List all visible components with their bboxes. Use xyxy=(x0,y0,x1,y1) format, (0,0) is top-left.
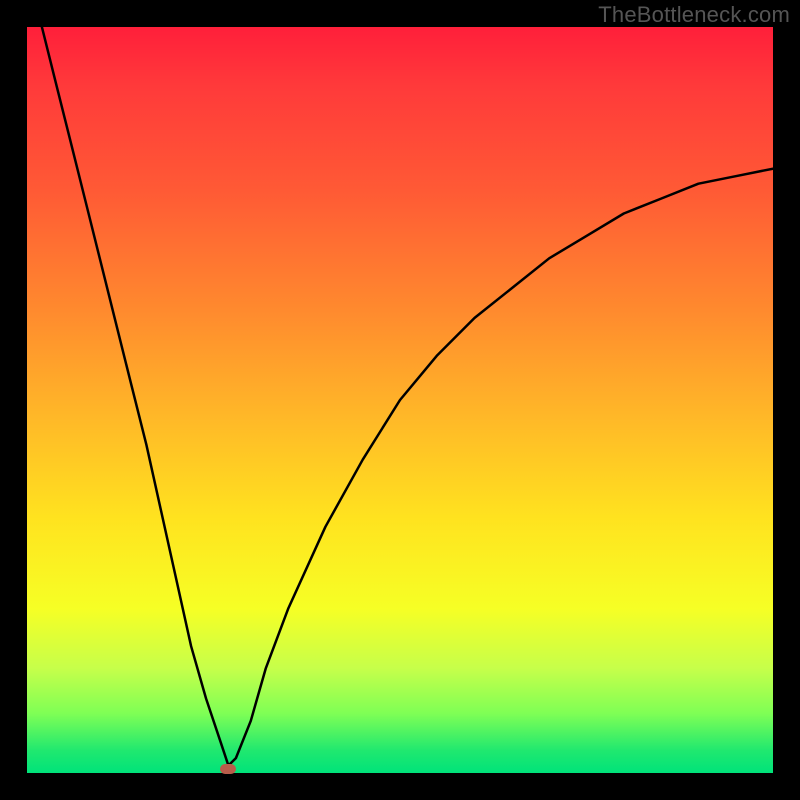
watermark-text: TheBottleneck.com xyxy=(598,2,790,28)
bottleneck-curve xyxy=(27,27,773,773)
minimum-marker xyxy=(220,764,236,774)
plot-area xyxy=(27,27,773,773)
chart-frame: TheBottleneck.com xyxy=(0,0,800,800)
